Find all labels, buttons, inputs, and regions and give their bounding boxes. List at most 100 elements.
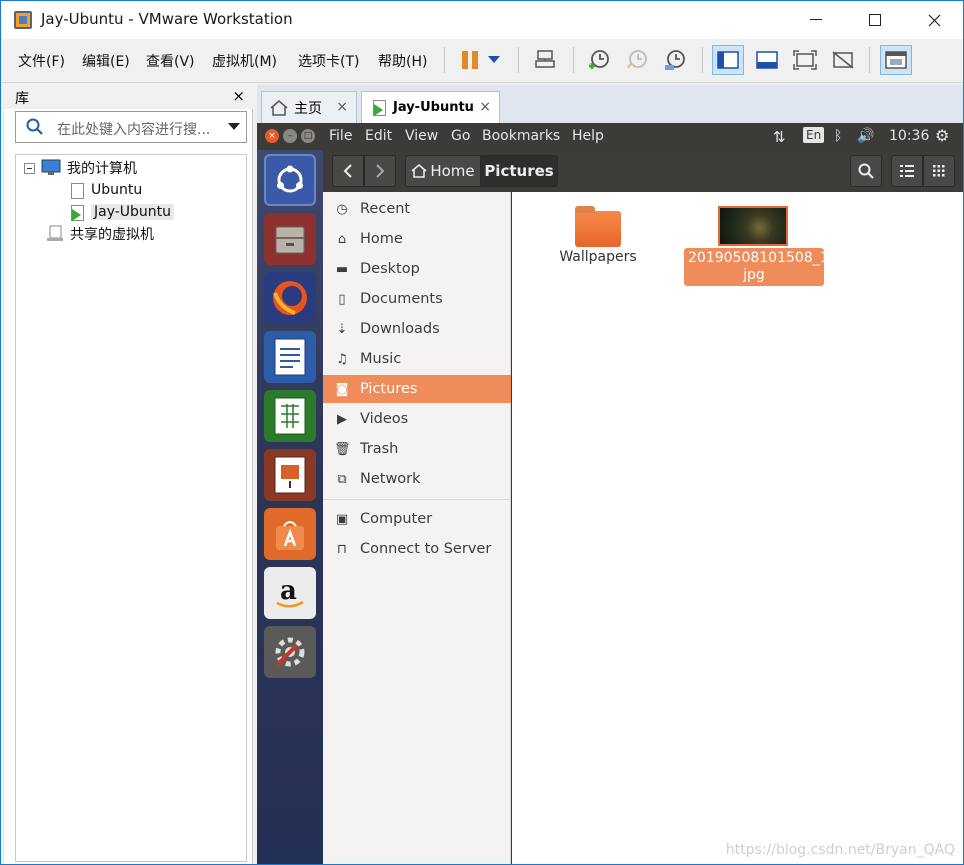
library-close-button[interactable]: ×: [232, 87, 245, 105]
sidebar-item-label: Recent: [360, 201, 411, 217]
vm-guest-screen[interactable]: × – □ File Edit View Go Bookmarks Help ⇅…: [257, 123, 963, 864]
sidebar-item-videos[interactable]: ▶ Videos: [323, 405, 511, 433]
toolbar-separator: [573, 47, 574, 73]
keyboard-layout-indicator[interactable]: En: [803, 127, 825, 143]
thumbnail-bar-button[interactable]: [751, 45, 783, 75]
sidebar-item-network[interactable]: ⧉ Network: [323, 465, 511, 493]
library-search-input[interactable]: 在此处键入内容进行搜...: [15, 111, 247, 143]
menu-file[interactable]: 文件(F): [18, 51, 65, 71]
tree-item-jay-ubuntu[interactable]: Jay-Ubuntu: [68, 201, 175, 223]
file-name-selected: 20190508101508_1. jpg: [684, 248, 833, 286]
volume-icon[interactable]: 🔊: [857, 128, 874, 144]
tab-label: Jay-Ubuntu: [393, 100, 474, 115]
guest-minimize-icon[interactable]: –: [283, 129, 297, 143]
sidebar-item-label: Trash: [360, 441, 399, 457]
tab-close-button[interactable]: ×: [479, 99, 491, 115]
ubuntu-menu-bookmarks[interactable]: Bookmarks: [482, 128, 560, 144]
ubuntu-menu-help[interactable]: Help: [572, 128, 604, 144]
files-icon[interactable]: [264, 213, 316, 265]
menu-tabs[interactable]: 选项卡(T): [298, 51, 359, 71]
vm-icon: [68, 182, 85, 199]
send-ctrl-alt-del-button[interactable]: [529, 45, 561, 75]
thumbnail-icon: [756, 51, 778, 69]
path-current-button[interactable]: Pictures: [480, 155, 558, 187]
forward-button[interactable]: [364, 155, 396, 187]
ubuntu-menu-edit[interactable]: Edit: [365, 128, 392, 144]
ubuntu-menu-file[interactable]: File: [329, 128, 352, 144]
document-icon: ▯: [338, 291, 346, 307]
tree-label: Jay-Ubuntu: [91, 204, 175, 220]
sidebar-item-connect-to-server[interactable]: ⊓ Connect to Server: [323, 535, 511, 563]
path-home-button[interactable]: Home: [405, 155, 481, 187]
home-icon: [411, 164, 427, 178]
snapshot-manager-button[interactable]: [659, 45, 691, 75]
network-transfer-icon[interactable]: ⇅: [773, 128, 786, 146]
grid-view-button[interactable]: [923, 155, 955, 187]
firefox-icon[interactable]: [264, 272, 316, 324]
computer-icon: [41, 159, 61, 175]
unity-button[interactable]: [827, 45, 859, 75]
clock[interactable]: 10:36: [889, 128, 929, 144]
tab-home[interactable]: 主页 ×: [261, 91, 357, 123]
ubuntu-menu-go[interactable]: Go: [451, 128, 470, 144]
tree-item-shared-vms[interactable]: 共享的虚拟机: [46, 223, 154, 245]
power-dropdown-button[interactable]: [482, 45, 506, 75]
revert-snapshot-button[interactable]: [621, 45, 653, 75]
bluetooth-icon[interactable]: ᛒ: [834, 128, 842, 144]
amazon-icon[interactable]: a: [264, 567, 316, 619]
tab-close-button[interactable]: ×: [336, 99, 348, 115]
sidebar-item-trash[interactable]: 🗑 Trash: [323, 435, 511, 463]
sidebar-item-music[interactable]: ♫ Music: [323, 345, 511, 373]
sidebar-item-downloads[interactable]: ⇣ Downloads: [323, 315, 511, 343]
grid-view-icon: [933, 165, 945, 177]
revert-snapshot-icon: [627, 50, 647, 69]
ubuntu-dash-icon[interactable]: [264, 154, 316, 206]
guest-maximize-icon[interactable]: □: [301, 129, 315, 143]
impress-icon[interactable]: [264, 449, 316, 501]
system-settings-indicator-icon[interactable]: ⚙: [935, 126, 949, 145]
places-sidebar: ◷ Recent ⌂ Home ▬ Desktop ▯ Documents ⇣ Downl…: [323, 192, 511, 864]
guest-close-icon[interactable]: ×: [265, 129, 279, 143]
library-view-button[interactable]: [712, 45, 744, 75]
software-center-icon[interactable]: [264, 508, 316, 560]
tab-jay-ubuntu[interactable]: Jay-Ubuntu ×: [361, 91, 500, 123]
writer-icon[interactable]: [264, 331, 316, 383]
list-view-button[interactable]: [891, 155, 923, 187]
take-snapshot-button[interactable]: [583, 45, 615, 75]
console-view-button[interactable]: [880, 45, 912, 75]
folder-icon: [575, 206, 621, 247]
menu-vm[interactable]: 虚拟机(M): [212, 51, 277, 71]
shared-vm-icon: [47, 225, 63, 241]
menu-edit[interactable]: 编辑(E): [82, 51, 130, 71]
close-button[interactable]: [905, 1, 963, 39]
menu-view[interactable]: 查看(V): [146, 51, 195, 71]
system-settings-icon[interactable]: [264, 626, 316, 678]
fullscreen-icon: [793, 50, 817, 70]
sidebar-item-computer[interactable]: ▣ Computer: [323, 505, 511, 533]
search-button[interactable]: [850, 155, 882, 187]
tree-item-my-computer[interactable]: 我的计算机: [24, 157, 137, 179]
calc-icon[interactable]: [264, 390, 316, 442]
tree-item-ubuntu[interactable]: Ubuntu: [68, 179, 142, 201]
maximize-button[interactable]: [846, 1, 904, 39]
sidebar-item-recent[interactable]: ◷ Recent: [323, 195, 511, 223]
search-icon: [26, 118, 43, 135]
sidebar-item-pictures[interactable]: ◙ Pictures: [323, 375, 511, 403]
nautilus-header-bar: Home Pictures: [323, 150, 963, 192]
sidebar-item-label: Desktop: [360, 261, 420, 277]
library-header: 库 ×: [5, 85, 253, 109]
ubuntu-menu-view[interactable]: View: [405, 128, 438, 144]
sidebar-item-documents[interactable]: ▯ Documents: [323, 285, 511, 313]
watermark-text: https://blog.csdn.net/Bryan_QAQ: [725, 842, 955, 858]
collapse-icon[interactable]: [24, 162, 35, 174]
svg-text:a: a: [280, 576, 297, 606]
tree-label: Ubuntu: [91, 182, 143, 198]
sidebar-item-desktop[interactable]: ▬ Desktop: [323, 255, 511, 283]
sidebar-item-home[interactable]: ⌂ Home: [323, 225, 511, 253]
chevron-down-icon[interactable]: [228, 123, 240, 131]
minimize-button[interactable]: [787, 1, 845, 39]
menu-help[interactable]: 帮助(H): [378, 51, 427, 71]
ubuntu-launcher: a: [257, 150, 323, 864]
back-button[interactable]: [332, 155, 364, 187]
fullscreen-button[interactable]: [789, 45, 821, 75]
